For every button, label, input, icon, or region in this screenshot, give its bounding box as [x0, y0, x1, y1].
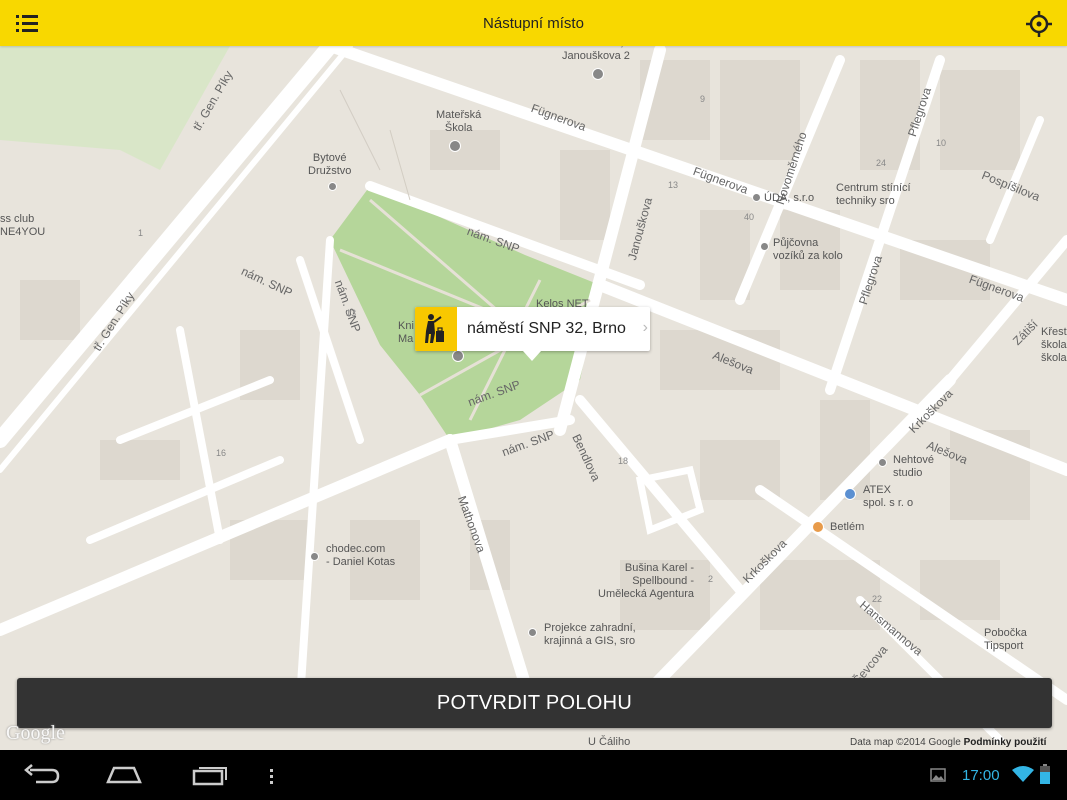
confirm-location-button[interactable]: POTVRDIT POLOHU — [17, 678, 1052, 728]
school-icon — [592, 68, 604, 80]
poi-label[interactable]: Nehtové studio — [893, 454, 934, 480]
restaurant-icon — [812, 521, 824, 533]
chevron-right-icon: › — [642, 319, 648, 336]
poi-label[interactable]: Půjčovna vozíků za kolo — [773, 237, 843, 263]
map-view[interactable]: tř. Gen. Píky tř. Gen. Píky nám. SNP nám… — [0, 46, 1067, 750]
battery-icon — [1040, 764, 1050, 789]
overflow-menu-button[interactable] — [266, 764, 276, 791]
home-button[interactable] — [104, 764, 144, 791]
recent-apps-button[interactable] — [190, 764, 230, 791]
page-title: Nástupní místo — [483, 15, 584, 32]
poi-label[interactable]: Bytové Družstvo — [308, 152, 351, 178]
terms-link[interactable]: Podmínky použití — [964, 737, 1047, 748]
house-number: 13 — [346, 308, 357, 318]
wifi-icon — [1012, 766, 1034, 787]
house-number: 18 — [618, 456, 629, 466]
pickup-address: náměstí SNP 32, Brno — [467, 320, 626, 337]
poi-label[interactable]: Betlém — [830, 521, 864, 534]
poi-label[interactable]: Bušina Karel - Spellbound - Umělecká Agent… — [598, 562, 694, 601]
poi-label[interactable]: Kni Ma — [398, 320, 414, 346]
poi-marker-icon — [328, 182, 337, 191]
poi-label[interactable]: ss club NE4YOU — [0, 213, 45, 239]
back-icon — [24, 764, 60, 784]
back-button[interactable] — [22, 764, 62, 791]
map-attribution: Data map ©2014 Google Podmínky použití — [850, 737, 1046, 748]
callout-pointer — [523, 351, 541, 361]
house-number: 2 — [708, 574, 714, 584]
poi-label[interactable]: ATEX spol. s r. o — [863, 484, 913, 510]
poi-label[interactable]: Mateřská Škola — [436, 109, 481, 135]
library-icon — [452, 350, 464, 362]
poi-label[interactable]: Pobočka Tipsport — [984, 627, 1027, 653]
person-with-luggage-icon — [425, 314, 444, 343]
poi-marker-icon — [752, 193, 761, 202]
poi-label[interactable]: Centrum stínící techniky sro — [836, 182, 911, 208]
locate-me-button[interactable] — [1024, 9, 1054, 39]
house-number: 16 — [216, 448, 227, 458]
house-number: 1 — [138, 228, 144, 238]
poi-label[interactable]: U Čáliho — [588, 736, 630, 749]
address-callout[interactable]: náměstí SNP 32, Brno › — [415, 307, 650, 361]
overflow-menu-icon — [270, 769, 273, 784]
poi-marker-icon — [310, 552, 319, 561]
school-icon — [449, 140, 461, 152]
house-number: 24 — [876, 158, 887, 168]
pickup-pin — [415, 307, 457, 351]
screenshot-notification-icon[interactable] — [930, 768, 946, 787]
status-clock: 17:00 — [962, 767, 1000, 784]
bank-icon — [844, 488, 856, 500]
poi-label[interactable]: Základníškola Brno,Janouškova 2 — [562, 46, 630, 63]
app-bar: Nástupní místo — [0, 0, 1067, 46]
house-number: 10 — [936, 138, 947, 148]
recent-apps-icon — [192, 767, 227, 786]
attribution-text: Data map ©2014 Google — [850, 737, 961, 748]
home-icon — [106, 766, 142, 784]
house-number: 9 — [700, 94, 706, 104]
house-number: 13 — [668, 180, 679, 190]
poi-marker-icon — [760, 242, 769, 251]
house-number: 40 — [744, 212, 755, 222]
poi-label[interactable]: ÚDA, s.r.o — [764, 192, 814, 205]
confirm-location-label: POTVRDIT POLOHU — [436, 692, 633, 714]
image-icon — [930, 768, 946, 782]
crosshair-locate-icon — [1026, 11, 1052, 37]
poi-label[interactable]: chodec.com - Daniel Kotas — [326, 543, 395, 569]
house-number: 22 — [872, 594, 883, 604]
poi-label[interactable]: Projekce zahradní, krajinná a GIS, sro — [544, 622, 636, 648]
poi-marker-icon — [878, 458, 887, 467]
system-navigation-bar: 17:00 — [0, 750, 1067, 800]
poi-label[interactable]: Křest škola škola — [1041, 326, 1067, 365]
google-logo: Google — [6, 722, 65, 744]
poi-marker-icon — [528, 628, 537, 637]
